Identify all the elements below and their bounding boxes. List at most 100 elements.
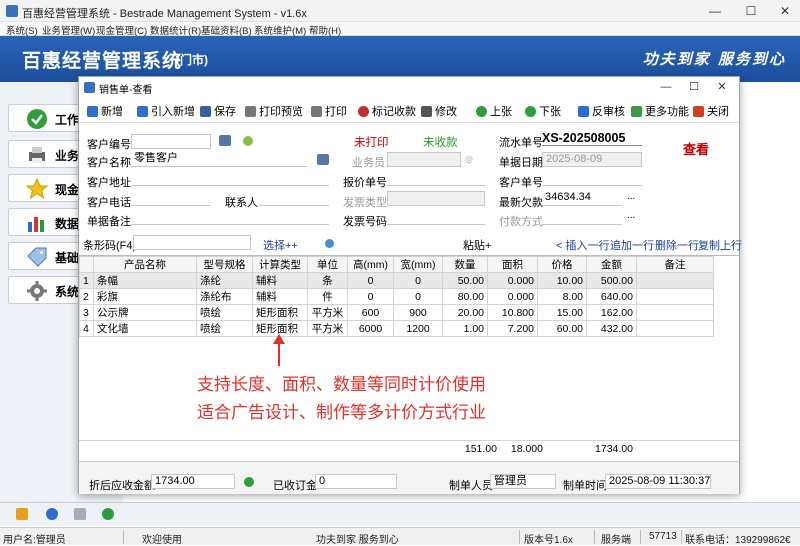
discount-field[interactable]: 1734.00: [151, 474, 235, 489]
column-header[interactable]: 宽(mm): [393, 256, 443, 273]
more-functions-button[interactable]: 更多功能: [631, 103, 689, 119]
dialog-maximize-button[interactable]: ☐: [683, 79, 705, 95]
status-welcome: 欢迎使用: [142, 535, 182, 546]
table-row[interactable]: 4 文化墙 喷绘 矩形面积 平方米 6000 1200 1.00 7.200 60.00 432…: [79, 320, 714, 337]
maker-field: 管理员: [490, 474, 556, 489]
minimize-button[interactable]: —: [704, 2, 726, 20]
paste-button[interactable]: 粘贴+: [463, 237, 491, 253]
grid-icon: [631, 106, 642, 117]
column-header[interactable]: 数量: [442, 256, 488, 273]
copy-row-button[interactable]: 复制上行: [698, 237, 742, 253]
menu-stats[interactable]: 数据统计(R): [150, 23, 201, 37]
order-header-form: 客户编号 未打印 未收款 流水单号 XS-202508005 查看 客户名称 零…: [79, 124, 739, 236]
date-field[interactable]: 2025-08-09: [542, 152, 642, 167]
notes-icon[interactable]: [16, 508, 28, 520]
window-title: 百惠经营管理系统 - Bestrade Management System - …: [22, 8, 307, 20]
pay-method-field[interactable]: [542, 210, 622, 225]
deposit-field[interactable]: 0: [315, 474, 397, 489]
customer-addr-label: 客户地址: [87, 177, 131, 189]
customer-name-label: 客户名称: [87, 157, 131, 169]
customer-name-field[interactable]: 零售客户: [131, 152, 307, 167]
annotation-line-1: 支持长度、面积、数量等同时计价使用: [197, 375, 486, 395]
printer-icon: [311, 106, 322, 117]
chevron-down-icon: ◎: [465, 154, 473, 164]
menu-cash[interactable]: 现金管理(C): [96, 23, 147, 37]
unaudit-button[interactable]: 反审核: [578, 103, 625, 119]
table-row[interactable]: 2 彩旗 涤纶布 辅料 件 0 0 80.00 0.000 8.00 640.00: [79, 288, 714, 305]
column-header[interactable]: 价格: [537, 256, 587, 273]
table-row[interactable]: 1 条幅 涤纶 辅料 条 0 0 50.00 0.000 10.00 500.00: [79, 272, 714, 289]
menu-business[interactable]: 业务管理(W): [42, 23, 95, 37]
totals-row: 151.00 18.000 1734.00: [79, 440, 739, 456]
prev-button[interactable]: 上张: [476, 103, 512, 119]
delete-row-button[interactable]: 删除一行: [655, 237, 699, 253]
barcode-input[interactable]: [133, 235, 251, 250]
dialog-minimize-button[interactable]: —: [655, 79, 677, 95]
lookup-icon[interactable]: [219, 135, 231, 146]
invoice-type-select[interactable]: [387, 191, 485, 206]
column-header[interactable]: 型号规格: [196, 256, 253, 273]
edit-button[interactable]: 修改: [421, 103, 457, 119]
column-header[interactable]: 单位: [307, 256, 348, 273]
customer-no-field[interactable]: [131, 134, 211, 149]
column-header[interactable]: 备注: [636, 256, 714, 273]
serial-field[interactable]: XS-202508005: [542, 131, 642, 146]
print-preview-button[interactable]: 打印预览: [245, 103, 303, 119]
lookup-icon[interactable]: [317, 154, 329, 165]
close-window-button[interactable]: ✕: [774, 2, 796, 20]
more-icon[interactable]: ...: [627, 191, 635, 202]
search-icon[interactable]: [74, 508, 86, 520]
menu-maintenance[interactable]: 系统维护(M): [254, 23, 306, 37]
status-user: 用户名:管理员: [3, 535, 66, 546]
column-header[interactable]: 高(mm): [347, 256, 394, 273]
right-arrow-icon: [525, 106, 536, 117]
dialog-title: 销售单-查看: [99, 85, 153, 96]
contact-field[interactable]: [259, 191, 329, 206]
close-button[interactable]: 关闭: [693, 103, 729, 119]
more-icon[interactable]: ...: [627, 210, 635, 221]
print-button[interactable]: 打印: [311, 103, 347, 119]
banner-slogan: 功夫到家 服务到心: [642, 50, 786, 68]
edit-icon: [421, 106, 432, 117]
new-button[interactable]: 新增: [87, 103, 123, 119]
insert-row-button[interactable]: < 插入一行: [556, 237, 609, 253]
column-header[interactable]: 产品名称: [93, 256, 197, 273]
quote-no-field[interactable]: [387, 171, 485, 186]
customer-phone-field[interactable]: [131, 191, 211, 206]
cust-order-field[interactable]: [542, 171, 642, 186]
items-table: 产品名称 型号规格 计算类型 单位 高(mm) 宽(mm) 数量 面积 价格 金…: [79, 256, 714, 337]
time-field: 2025-08-09 11:30:37: [605, 474, 711, 489]
info-icon[interactable]: [46, 508, 58, 520]
debt-field: 34634.34: [542, 191, 622, 206]
table-row[interactable]: 3 公示牌 喷绘 矩形面积 平方米 600 900 20.00 10.800 15.00 162…: [79, 304, 714, 321]
nav-label: 基础: [55, 251, 80, 265]
next-button[interactable]: 下张: [525, 103, 561, 119]
save-button[interactable]: 保存: [200, 103, 236, 119]
column-header[interactable]: 面积: [487, 256, 538, 273]
print-status: 未打印: [354, 137, 389, 149]
dialog-close-button[interactable]: ✕: [711, 79, 733, 95]
nav-label: 业务: [55, 149, 80, 163]
quote-no-label: 报价单号: [343, 177, 387, 189]
append-row-button[interactable]: 追加一行: [610, 237, 654, 253]
refresh-icon[interactable]: [102, 508, 114, 520]
select-button[interactable]: 选择++: [263, 237, 298, 253]
column-header[interactable]: [79, 256, 94, 273]
menu-help[interactable]: 帮助(H): [309, 23, 341, 37]
menu-system[interactable]: 系统(S): [6, 23, 38, 37]
check-icon: [27, 109, 47, 129]
column-header[interactable]: 金额: [586, 256, 637, 273]
left-arrow-icon: [476, 106, 487, 117]
mark-paid-button[interactable]: 标记收款: [358, 103, 416, 119]
salesman-select[interactable]: [387, 152, 461, 167]
dialog-toolbar: 新增 引入新增 保存 打印预览 打印 标记收款 修改 上张 下张 反审核 更多功…: [79, 99, 739, 123]
total-qty: 151.00: [464, 443, 497, 455]
import-new-button[interactable]: 引入新增: [137, 103, 195, 119]
note-field[interactable]: [131, 210, 329, 225]
invoice-type-label: 发票类型: [343, 197, 387, 209]
invoice-no-field[interactable]: [387, 210, 485, 225]
column-header[interactable]: 计算类型: [252, 256, 308, 273]
maximize-button[interactable]: ☐: [740, 2, 762, 20]
customer-addr-field[interactable]: [131, 171, 329, 186]
menu-basic[interactable]: 基础资料(B): [201, 23, 252, 37]
